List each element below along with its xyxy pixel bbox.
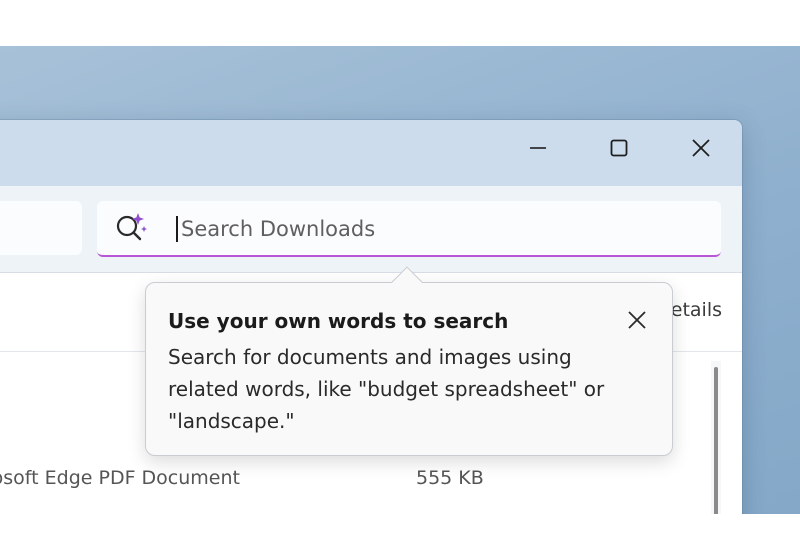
maximize-button[interactable] — [591, 128, 647, 168]
search-input[interactable] — [181, 211, 681, 247]
text-caret — [176, 216, 178, 242]
tooltip-close-button[interactable] — [620, 303, 654, 337]
close-icon — [692, 139, 710, 157]
title-bar — [0, 120, 742, 186]
scrollbar-thumb[interactable] — [714, 367, 718, 514]
file-type-cell: Microsoft Edge PDF Document — [0, 467, 240, 489]
file-size-cell: 555 KB — [416, 467, 484, 489]
search-box[interactable] — [97, 201, 721, 257]
close-icon — [628, 311, 646, 329]
close-button[interactable] — [673, 128, 729, 168]
minimize-icon — [530, 147, 546, 149]
ai-search-icon — [116, 213, 147, 241]
tooltip-title: Use your own words to search — [168, 309, 509, 333]
toolbar — [0, 186, 742, 272]
vertical-scrollbar[interactable] — [711, 361, 721, 514]
maximize-icon — [610, 139, 628, 157]
minimize-button[interactable] — [510, 128, 566, 168]
search-teaching-tip: Use your own words to search Search for … — [145, 266, 673, 456]
address-bar[interactable] — [0, 201, 82, 255]
tooltip-body: Search for documents and images using re… — [168, 345, 605, 433]
